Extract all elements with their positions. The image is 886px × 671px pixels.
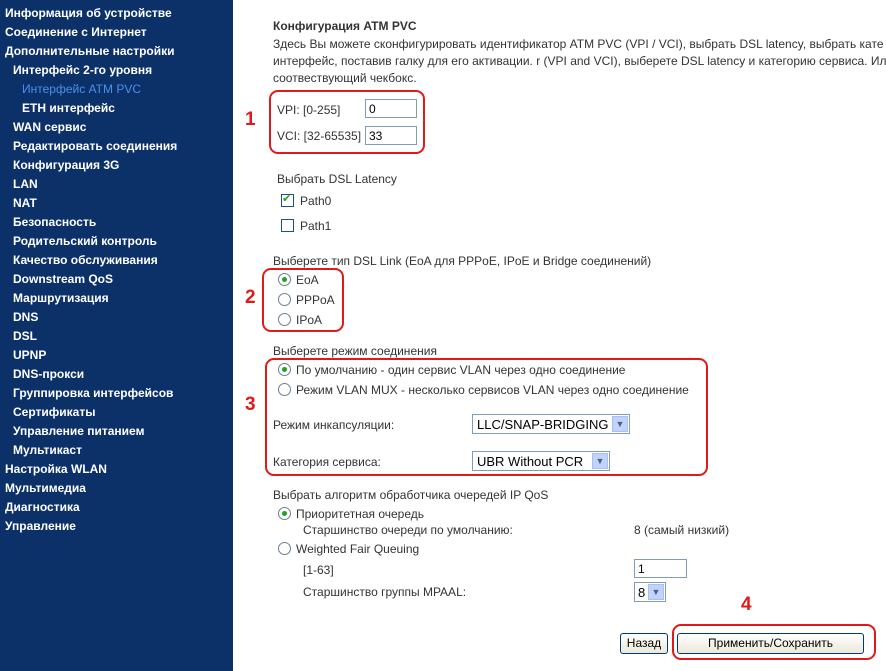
- annotation-label-3: 3: [245, 394, 256, 415]
- sidebar-item-atm-pvc[interactable]: Интерфейс ATM PVC: [22, 82, 141, 96]
- sidebar-item-wan[interactable]: WAN сервис: [13, 120, 86, 134]
- sidebar-item-dns-proxy[interactable]: DNS-прокси: [13, 367, 84, 381]
- sidebar-item-wlan[interactable]: Настройка WLAN: [5, 462, 107, 476]
- pppoa-radio[interactable]: [278, 293, 291, 306]
- default-precedence-value: 8 (самый низкий): [634, 523, 730, 537]
- qos-heading: Выбрать алгоритм обработчика очередей IP…: [273, 488, 549, 502]
- sidebar-item-edit-conn[interactable]: Редактировать соединения: [13, 139, 177, 153]
- encap-select[interactable]: LLC/SNAP-BRIDGING ▼: [472, 414, 630, 434]
- mode-vlan-mux-label: Режим VLAN MUX - несколько сервисов VLAN…: [296, 383, 689, 397]
- range-input[interactable]: [634, 559, 687, 578]
- mode-vlan-mux-radio[interactable]: [278, 383, 291, 396]
- chevron-down-icon: ▼: [612, 416, 628, 432]
- sidebar-item-advanced[interactable]: Дополнительные настройки: [5, 44, 175, 58]
- conn-mode-heading: Выберете режим соединения: [273, 344, 437, 358]
- service-value: UBR Without PCR: [477, 454, 584, 469]
- annotation-label-4: 4: [741, 594, 752, 615]
- page-title: Конфигурация ATM PVC: [273, 19, 417, 33]
- vci-label: VCI: [32-65535]: [277, 129, 362, 143]
- mpaal-label: Старшинство группы MPAAL:: [303, 585, 467, 599]
- sidebar-item-management[interactable]: Управление: [5, 519, 76, 533]
- sidebar-item-security[interactable]: Безопасность: [13, 215, 96, 229]
- sidebar-item-dsl[interactable]: DSL: [13, 329, 37, 343]
- page-description: Здесь Вы можете сконфигурировать идентиф…: [273, 37, 886, 85]
- service-select[interactable]: UBR Without PCR ▼: [472, 451, 610, 471]
- sidebar-item-routing[interactable]: Маршрутизация: [13, 291, 109, 305]
- eoa-label: EoA: [296, 273, 319, 287]
- sidebar-item-diagnostics[interactable]: Диагностика: [5, 500, 80, 514]
- service-label: Категория сервиса:: [273, 455, 381, 469]
- back-button[interactable]: Назад: [620, 633, 668, 654]
- apply-save-button[interactable]: Применить/Сохранить: [677, 633, 864, 654]
- annotation-label-2: 2: [245, 287, 256, 308]
- wfq-radio[interactable]: [278, 542, 291, 555]
- sidebar-item-internet[interactable]: Соединение с Интернет: [5, 25, 147, 39]
- ipoa-label: IPoA: [296, 313, 323, 327]
- range-label: [1-63]: [303, 563, 334, 577]
- path1-label: Path1: [300, 219, 332, 233]
- sidebar-item-multicast[interactable]: Мультикаст: [13, 443, 82, 457]
- vci-input[interactable]: [365, 126, 417, 145]
- sidebar-item-upnp[interactable]: UPNP: [13, 348, 46, 362]
- path0-label: Path0: [300, 194, 332, 208]
- chevron-down-icon: ▼: [648, 584, 664, 600]
- link-type-heading: Выберете тип DSL Link (EoA для PPPoE, IP…: [273, 254, 652, 268]
- mode-default-label: По умолчанию - один сервис VLAN через од…: [296, 363, 626, 377]
- chevron-down-icon: ▼: [592, 453, 608, 469]
- sidebar-item-eth[interactable]: ETH интерфейс: [22, 101, 115, 115]
- pppoa-label: PPPoA: [296, 293, 335, 307]
- latency-heading: Выбрать DSL Latency: [277, 172, 397, 186]
- sidebar-item-device-info[interactable]: Информация об устройстве: [5, 6, 172, 20]
- sidebar-item-nat[interactable]: NAT: [13, 196, 37, 210]
- path1-checkbox[interactable]: [281, 219, 294, 232]
- mpaal-select[interactable]: 8 ▼: [634, 582, 666, 602]
- mode-default-radio[interactable]: [278, 363, 291, 376]
- sidebar: Информация об устройстве Соединение с Ин…: [0, 0, 233, 671]
- encap-value: LLC/SNAP-BRIDGING: [477, 417, 609, 432]
- priority-queue-label: Приоритетная очередь: [296, 507, 424, 521]
- sidebar-item-iface-group[interactable]: Группировка интерфейсов: [13, 386, 173, 400]
- eoa-radio[interactable]: [278, 273, 291, 286]
- sidebar-item-layer2[interactable]: Интерфейс 2-го уровня: [13, 63, 152, 77]
- ipoa-radio[interactable]: [278, 313, 291, 326]
- sidebar-item-3g[interactable]: Конфигурация 3G: [13, 158, 119, 172]
- sidebar-item-lan[interactable]: LAN: [13, 177, 38, 191]
- sidebar-item-power[interactable]: Управление питанием: [13, 424, 144, 438]
- sidebar-item-dns[interactable]: DNS: [13, 310, 38, 324]
- vpi-input[interactable]: [365, 99, 417, 118]
- main-content: Конфигурация ATM PVC Здесь Вы можете ско…: [233, 0, 886, 671]
- sidebar-item-downstream-qos[interactable]: Downstream QoS: [13, 272, 113, 286]
- priority-queue-radio[interactable]: [278, 507, 291, 520]
- default-precedence-label: Старшинство очереди по умолчанию:: [303, 523, 513, 537]
- encap-label: Режим инкапсуляции:: [273, 418, 395, 432]
- sidebar-item-qos[interactable]: Качество обслуживания: [13, 253, 158, 267]
- mpaal-value: 8: [638, 585, 646, 600]
- vpi-label: VPI: [0-255]: [277, 103, 341, 117]
- path0-checkbox[interactable]: [281, 192, 294, 207]
- sidebar-item-parental[interactable]: Родительский контроль: [13, 234, 157, 248]
- sidebar-item-certs[interactable]: Сертификаты: [13, 405, 95, 419]
- annotation-label-1: 1: [245, 109, 256, 130]
- wfq-label: Weighted Fair Queuing: [296, 542, 420, 556]
- sidebar-item-multimedia[interactable]: Мультимедиа: [5, 481, 86, 495]
